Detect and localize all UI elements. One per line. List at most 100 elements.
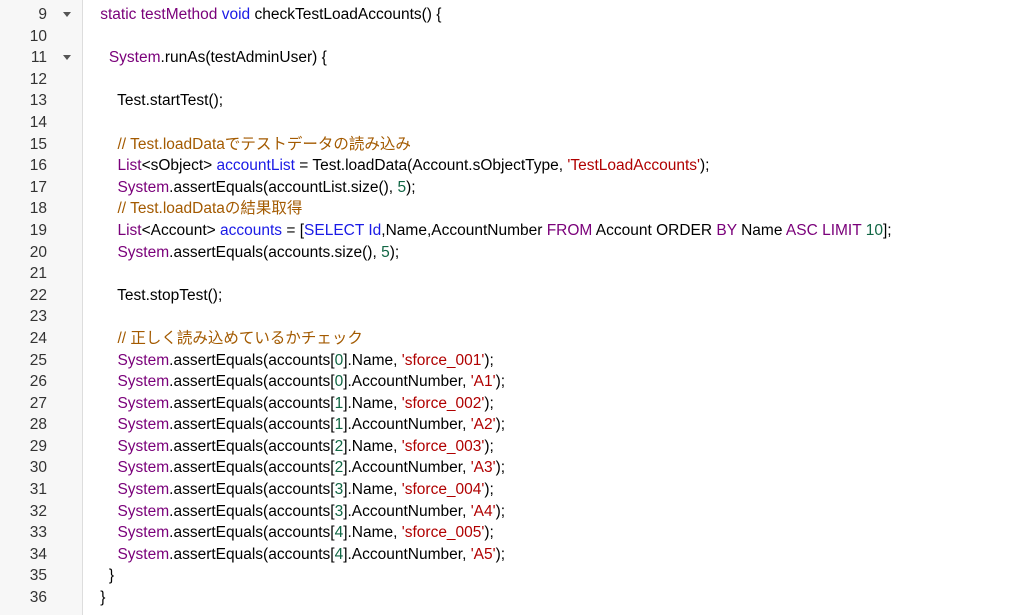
code-token: void: [221, 6, 255, 23]
code-token: System: [117, 437, 170, 455]
code-token: );: [389, 243, 400, 261]
code-line[interactable]: Test.startTest();: [83, 90, 1024, 112]
code-token: accounts: [220, 221, 283, 239]
code-line[interactable]: System.assertEquals(accounts[1].AccountN…: [83, 414, 1024, 436]
line-number-row: 31: [0, 479, 82, 501]
code-token: System: [117, 459, 170, 477]
code-line[interactable]: System.assertEquals(accounts[2].Name, 's…: [83, 436, 1024, 458]
line-number-row: 15: [0, 134, 82, 156]
code-line[interactable]: System.assertEquals(accountList.size(), …: [83, 177, 1024, 199]
line-number: 33: [29, 524, 47, 542]
line-number: 19: [29, 221, 47, 239]
code-token: ASC LIMIT: [785, 221, 862, 239]
line-number-row: 21: [0, 263, 82, 285]
code-line[interactable]: System.assertEquals(accounts[3].Name, 's…: [83, 479, 1024, 501]
code-line[interactable]: [83, 112, 1024, 134]
code-token: .assertEquals(accounts[: [169, 437, 335, 455]
code-line[interactable]: [83, 69, 1024, 91]
line-number-row: 14: [0, 112, 82, 134]
code-token: static testMethod: [100, 6, 222, 23]
line-number: 24: [29, 329, 47, 347]
fold-arrow-icon[interactable]: [63, 12, 71, 17]
code-line[interactable]: // Test.loadDataでテストデータの読み込み: [83, 134, 1024, 156]
line-number: 9: [38, 6, 47, 23]
line-number-row: 10: [0, 26, 82, 48]
line-number-row: 22: [0, 285, 82, 307]
line-number: 14: [29, 113, 47, 131]
code-token: 'sforce_003': [401, 437, 485, 455]
code-line[interactable]: List<sObject> accountList = Test.loadDat…: [83, 155, 1024, 177]
code-line[interactable]: [83, 26, 1024, 48]
code-line[interactable]: }: [83, 587, 1024, 609]
line-number-gutter: 9 10 11 12 13 14 15 16 17 18 19 20 21 22 23 24 25 26 27 28 2…: [0, 0, 83, 615]
line-number-row: 33: [0, 522, 82, 544]
code-token: 'sforce_005': [401, 524, 485, 542]
code-token: ].Name,: [343, 524, 402, 542]
code-token: );: [484, 481, 494, 499]
code-token: System: [117, 524, 170, 542]
code-line[interactable]: System.assertEquals(accounts[3].AccountN…: [83, 501, 1024, 523]
code-token: 'sforce_002': [401, 394, 485, 412]
line-number-row: 32: [0, 501, 82, 523]
code-token: .assertEquals(accounts[: [169, 459, 335, 477]
code-token: System: [108, 49, 161, 67]
code-token: .assertEquals(accounts[: [169, 351, 335, 369]
code-line[interactable]: [83, 263, 1024, 285]
code-line[interactable]: List<Account> accounts = [SELECT Id,Name…: [83, 220, 1024, 242]
line-number-row: 35: [0, 565, 82, 587]
code-line[interactable]: // 正しく読み込めているかチェック: [83, 328, 1024, 350]
line-number-row: 28: [0, 414, 82, 436]
line-number: 12: [29, 70, 47, 88]
line-number-row: 23: [0, 306, 82, 328]
line-number: 21: [29, 265, 47, 283]
code-token: System: [117, 351, 170, 369]
fold-arrow-icon[interactable]: [63, 55, 71, 61]
code-token: );: [484, 394, 494, 412]
code-token: ].AccountNumber,: [343, 459, 471, 477]
code-line[interactable]: System.assertEquals(accounts[4].Name, 's…: [83, 522, 1024, 544]
code-token: List: [117, 221, 142, 239]
line-number: 10: [29, 27, 47, 45]
code-line[interactable]: System.assertEquals(accounts[2].AccountN…: [83, 457, 1024, 479]
code-editor[interactable]: 9 10 11 12 13 14 15 16 17 18 19 20 21 22 23 24 25 26 27 28 2…: [0, 0, 1024, 615]
code-token: ];: [882, 221, 892, 239]
code-token: .assertEquals(accountList.size(),: [169, 178, 398, 196]
code-line[interactable]: System.assertEquals(accounts[1].Name, 's…: [83, 393, 1024, 415]
code-line[interactable]: System.assertEquals(accounts[0].Name, 's…: [83, 350, 1024, 372]
code-token: );: [495, 416, 506, 434]
code-token: .assertEquals(accounts[: [169, 373, 335, 391]
code-token: = Test.loadData(Account.sObjectType,: [294, 157, 568, 175]
code-token: System: [117, 394, 170, 412]
line-number-row: 27: [0, 393, 82, 415]
code-line[interactable]: // Test.loadDataの結果取得: [83, 198, 1024, 220]
line-number: 28: [29, 416, 47, 434]
code-token: );: [495, 373, 506, 391]
line-number-row: 12: [0, 69, 82, 91]
code-token: System: [117, 416, 170, 434]
code-token: );: [495, 545, 506, 563]
line-number-row: 25: [0, 350, 82, 372]
code-area[interactable]: static testMethod void checkTestLoadAcco…: [83, 0, 1024, 615]
code-line[interactable]: [83, 306, 1024, 328]
code-token: ].AccountNumber,: [343, 502, 471, 520]
line-number-row: 26: [0, 371, 82, 393]
code-line[interactable]: System.assertEquals(accounts.size(), 5);: [83, 242, 1024, 264]
line-number: 20: [29, 243, 47, 261]
line-number: 32: [29, 502, 47, 520]
code-line[interactable]: }: [83, 565, 1024, 587]
code-line[interactable]: Test.stopTest();: [83, 285, 1024, 307]
code-line[interactable]: System.runAs(testAdminUser) {: [83, 47, 1024, 69]
code-line[interactable]: static testMethod void checkTestLoadAcco…: [83, 4, 1024, 26]
code-line[interactable]: System.assertEquals(accounts[0].AccountN…: [83, 371, 1024, 393]
code-line[interactable]: System.assertEquals(accounts[4].AccountN…: [83, 544, 1024, 566]
